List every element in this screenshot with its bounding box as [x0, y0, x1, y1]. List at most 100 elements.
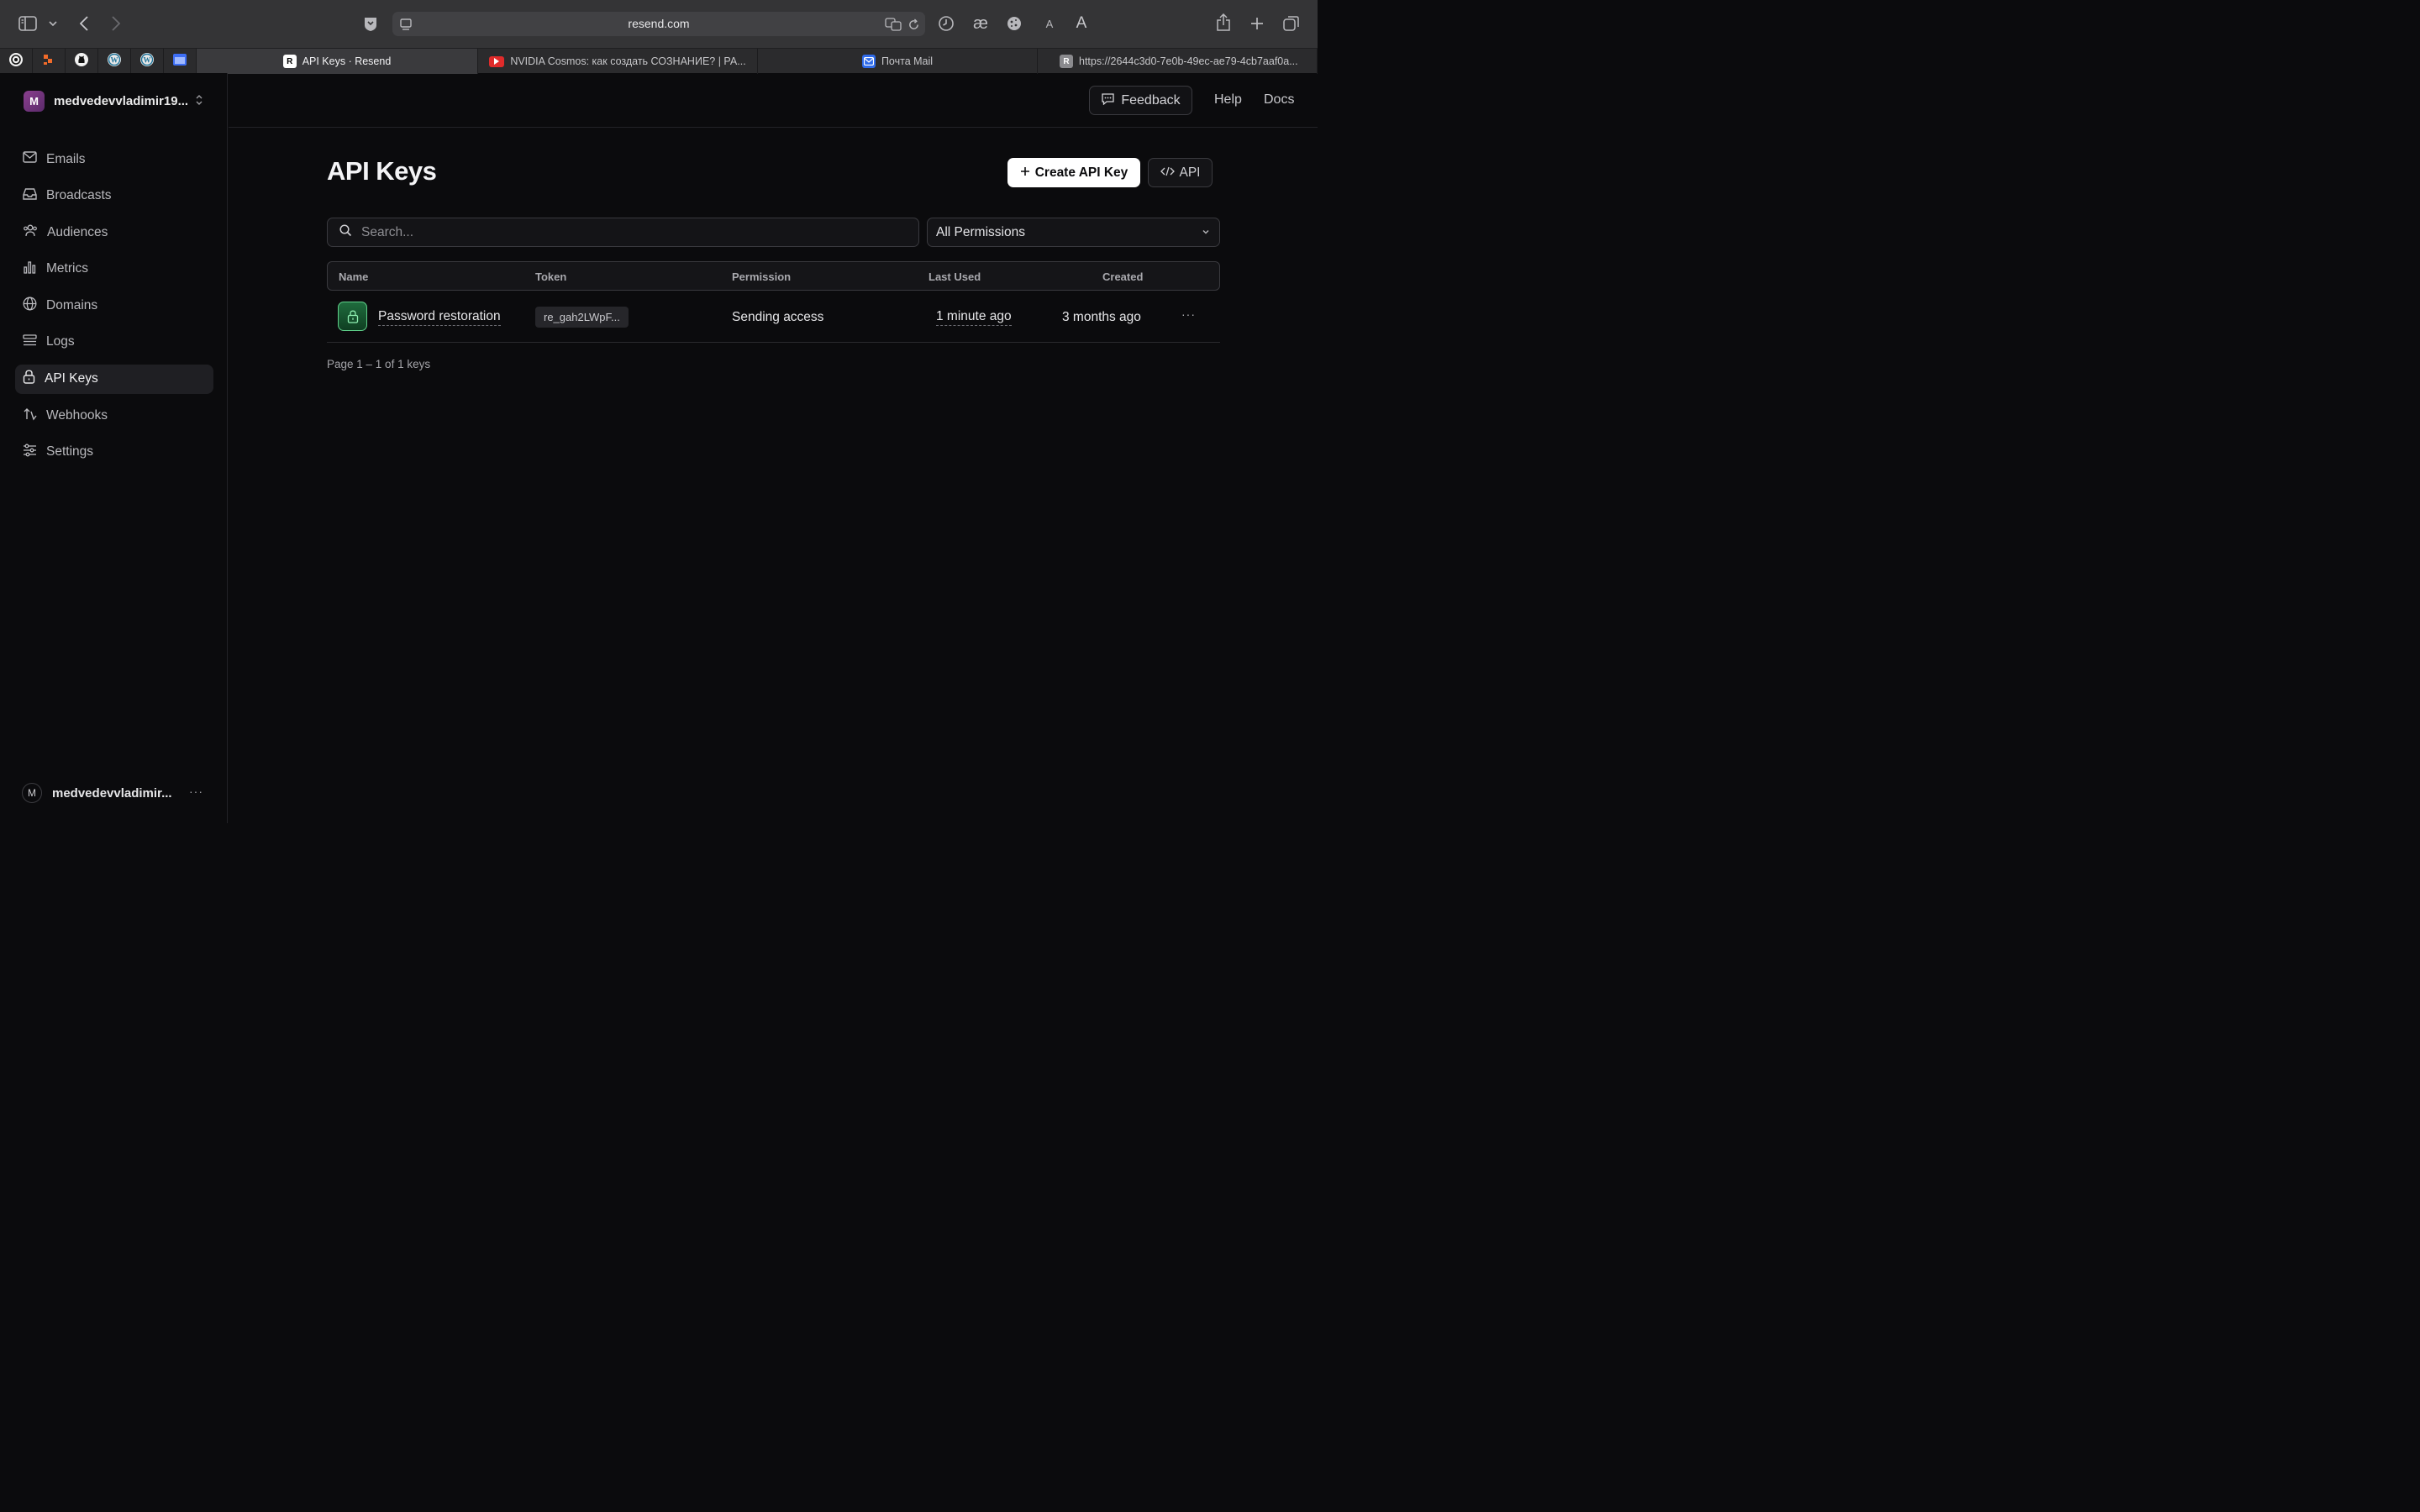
logs-icon — [23, 334, 37, 350]
sidebar-item-settings[interactable]: Settings — [15, 438, 213, 467]
orange-app-icon — [42, 53, 55, 71]
address-bar[interactable]: resend.com — [392, 12, 925, 36]
column-header-token: Token — [535, 270, 567, 283]
browser-toolbar: resend.com æ A A — [0, 0, 1318, 48]
permissions-select[interactable]: All Permissions — [927, 218, 1220, 247]
webhook-icon — [23, 407, 37, 425]
feedback-button[interactable]: Feedback — [1089, 86, 1192, 115]
tab-api-keys[interactable]: R API Keys · Resend — [197, 49, 478, 74]
docs-link[interactable]: Docs — [1264, 92, 1294, 108]
help-link[interactable]: Help — [1214, 92, 1242, 108]
wordpress-icon: W — [139, 52, 155, 71]
resend-icon: R — [282, 55, 297, 68]
user-avatar: M — [22, 783, 42, 803]
column-header-permission: Permission — [732, 270, 792, 283]
sidebar-toggle-icon[interactable] — [18, 15, 37, 32]
github-icon — [74, 52, 89, 71]
api-key-token[interactable]: re_gah2LWpF... — [535, 307, 629, 328]
create-api-key-label: Create API Key — [1034, 165, 1128, 180]
tab-bar: W W R API Keys · Resend NVIDIA Cosmos: к… — [0, 48, 1318, 74]
key-lock-icon — [338, 302, 367, 331]
column-header-last-used: Last Used — [929, 270, 981, 283]
sidebar-item-domains[interactable]: Domains — [15, 291, 213, 320]
sidebar-item-label: Metrics — [46, 261, 88, 276]
column-header-name: Name — [339, 270, 369, 283]
tab-youtube[interactable]: NVIDIA Cosmos: как создать СОЗНАНИЕ? | Р… — [478, 49, 758, 74]
pinned-tab-wordpress-2[interactable]: W — [131, 49, 164, 74]
team-switcher[interactable]: M medvedevvladimir19... — [24, 90, 188, 112]
mail-app-icon — [861, 55, 876, 68]
text-smaller-icon[interactable]: A — [1043, 15, 1056, 32]
shield-extension-icon[interactable] — [361, 14, 380, 33]
history-icon[interactable] — [937, 14, 955, 33]
tab-url[interactable]: R https://2644c3d0-7e0b-49ec-ae79-4cb7aa… — [1038, 49, 1318, 74]
address-url: resend.com — [628, 17, 690, 30]
sidebar-item-label: API Keys — [45, 371, 98, 386]
inbox-icon — [23, 187, 37, 205]
ae-extension-icon[interactable]: æ — [970, 13, 992, 34]
api-docs-button[interactable]: API — [1148, 158, 1213, 187]
tab-overview-icon[interactable] — [1282, 14, 1301, 33]
sidebar-item-label: Audiences — [47, 224, 108, 239]
team-avatar: M — [24, 90, 45, 112]
resend-icon: R — [1060, 55, 1073, 68]
share-icon[interactable] — [1215, 13, 1232, 33]
sidebar-item-broadcasts[interactable]: Broadcasts — [15, 181, 213, 211]
search-input[interactable] — [361, 224, 882, 240]
search-icon — [339, 223, 352, 241]
sidebar-item-api-keys[interactable]: API Keys — [15, 364, 213, 394]
sidebar-item-label: Emails — [46, 151, 86, 166]
tab-title: API Keys · Resend — [302, 55, 392, 67]
feedback-label: Feedback — [1121, 92, 1181, 108]
table-row[interactable]: Password restoration re_gah2LWpF... Send… — [327, 291, 1220, 343]
code-icon — [1160, 165, 1175, 181]
chevron-updown-icon[interactable] — [195, 94, 203, 110]
chevron-down-icon[interactable] — [47, 17, 59, 30]
lock-icon — [23, 370, 35, 388]
create-api-key-button[interactable]: Create API Key — [1007, 158, 1140, 187]
row-more-icon[interactable]: ··· — [1181, 307, 1196, 321]
tab-title: https://2644c3d0-7e0b-49ec-ae79-4cb7aaf0… — [1079, 55, 1298, 67]
sidebar-nav: Emails Broadcasts Audiences Metrics Doma… — [15, 144, 213, 474]
api-key-permission: Sending access — [732, 310, 824, 324]
sidebar-item-logs[interactable]: Logs — [15, 328, 213, 357]
sidebar-item-label: Broadcasts — [46, 188, 112, 203]
new-tab-icon[interactable] — [1249, 15, 1265, 32]
user-menu[interactable]: M medvedevvladimir... ··· — [22, 783, 215, 803]
api-key-last-used[interactable]: 1 minute ago — [936, 309, 1012, 326]
sidebar-item-metrics[interactable]: Metrics — [15, 255, 213, 284]
bar-chart-icon — [23, 260, 37, 278]
back-icon[interactable] — [76, 14, 92, 33]
tab-title: NVIDIA Cosmos: как создать СОЗНАНИЕ? | Р… — [510, 55, 746, 67]
pinned-tab-openai[interactable] — [0, 49, 33, 74]
pinned-tab-orange[interactable] — [33, 49, 66, 74]
search-field[interactable] — [327, 218, 919, 247]
text-larger-icon[interactable]: A — [1073, 13, 1090, 34]
pagination-info: Page 1 – 1 of 1 keys — [327, 358, 431, 370]
permissions-select-value: All Permissions — [936, 224, 1025, 239]
reload-icon[interactable] — [906, 17, 921, 32]
chevron-down-icon — [1201, 226, 1211, 241]
pinned-tab-folder[interactable] — [164, 49, 197, 74]
sidebar-item-emails[interactable]: Emails — [15, 144, 213, 174]
sidebar-item-label: Settings — [46, 444, 94, 459]
sidebar-item-audiences[interactable]: Audiences — [15, 218, 213, 247]
globe-icon — [23, 297, 37, 315]
translate-icon[interactable] — [884, 16, 902, 33]
page-title: API Keys — [327, 156, 437, 186]
api-key-name[interactable]: Password restoration — [378, 309, 501, 326]
chat-bubble-icon — [1101, 92, 1115, 109]
svg-text:W: W — [111, 55, 118, 64]
forward-icon[interactable] — [108, 14, 124, 33]
table-header: Name Token Permission Last Used Created — [327, 261, 1220, 291]
pinned-tab-github[interactable] — [66, 49, 98, 74]
more-horizontal-icon[interactable]: ··· — [189, 785, 203, 798]
sidebar-item-webhooks[interactable]: Webhooks — [15, 401, 213, 430]
tab-mail[interactable]: Почта Mail — [758, 49, 1038, 74]
sidebar-item-label: Logs — [46, 334, 75, 349]
pinned-tab-wordpress-1[interactable]: W — [98, 49, 131, 74]
cookie-icon[interactable] — [1005, 14, 1023, 33]
svg-text:W: W — [144, 55, 151, 64]
sidebar-item-label: Domains — [46, 297, 98, 312]
top-bar: Feedback Help Docs — [229, 73, 1318, 128]
